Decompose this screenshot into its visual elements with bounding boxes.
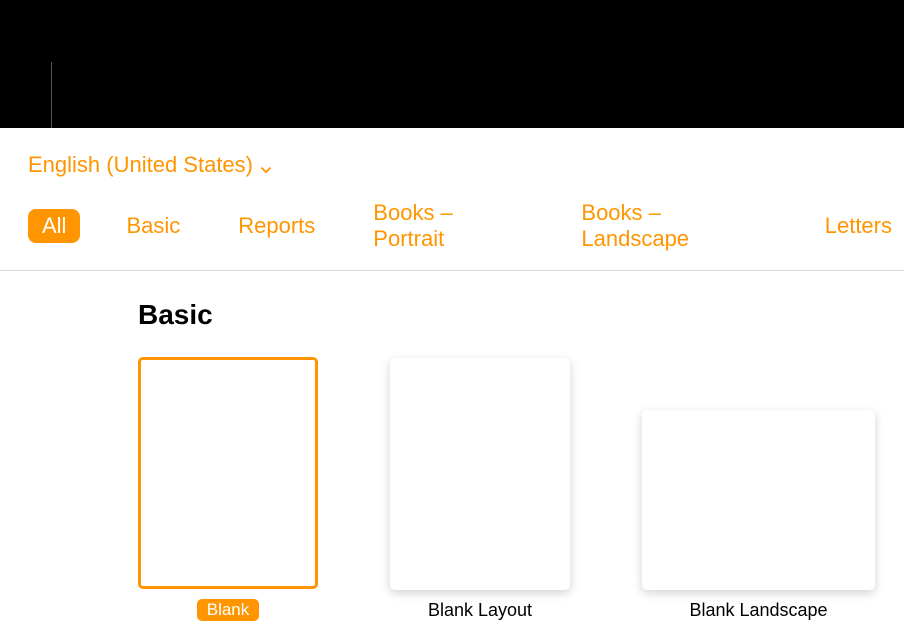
category-tabs: All Basic Reports Books – Portrait Books… — [0, 190, 904, 271]
tab-books-landscape[interactable]: Books – Landscape — [569, 196, 778, 256]
language-selector[interactable]: English (United States) — [28, 152, 273, 178]
tab-all[interactable]: All — [28, 209, 80, 243]
annotation-header — [0, 0, 904, 128]
content-area: Basic Blank Blank Layout Blank Landscape — [0, 271, 904, 621]
template-label-blank-layout: Blank Layout — [428, 600, 532, 621]
language-row: English (United States) — [0, 128, 904, 190]
template-thumbnail-blank — [138, 357, 318, 589]
templates-row: Blank Blank Layout Blank Landscape — [138, 357, 904, 621]
template-item-blank-layout[interactable]: Blank Layout — [390, 358, 570, 621]
language-label: English (United States) — [28, 152, 253, 178]
template-thumbnail-blank-landscape — [642, 410, 875, 590]
tab-reports[interactable]: Reports — [226, 209, 327, 243]
template-label-blank: Blank — [197, 599, 260, 621]
template-item-blank-landscape[interactable]: Blank Landscape — [642, 358, 875, 621]
template-thumbnail-blank-layout — [390, 358, 570, 590]
tab-basic[interactable]: Basic — [114, 209, 192, 243]
tab-books-portrait[interactable]: Books – Portrait — [361, 196, 535, 256]
tab-letters[interactable]: Letters — [813, 209, 904, 243]
callout-line — [51, 62, 52, 128]
chevron-down-icon — [259, 158, 273, 172]
template-item-blank[interactable]: Blank — [138, 357, 318, 621]
section-title: Basic — [138, 299, 904, 331]
template-label-blank-landscape: Blank Landscape — [689, 600, 827, 621]
template-chooser-panel: English (United States) All Basic Report… — [0, 128, 904, 622]
